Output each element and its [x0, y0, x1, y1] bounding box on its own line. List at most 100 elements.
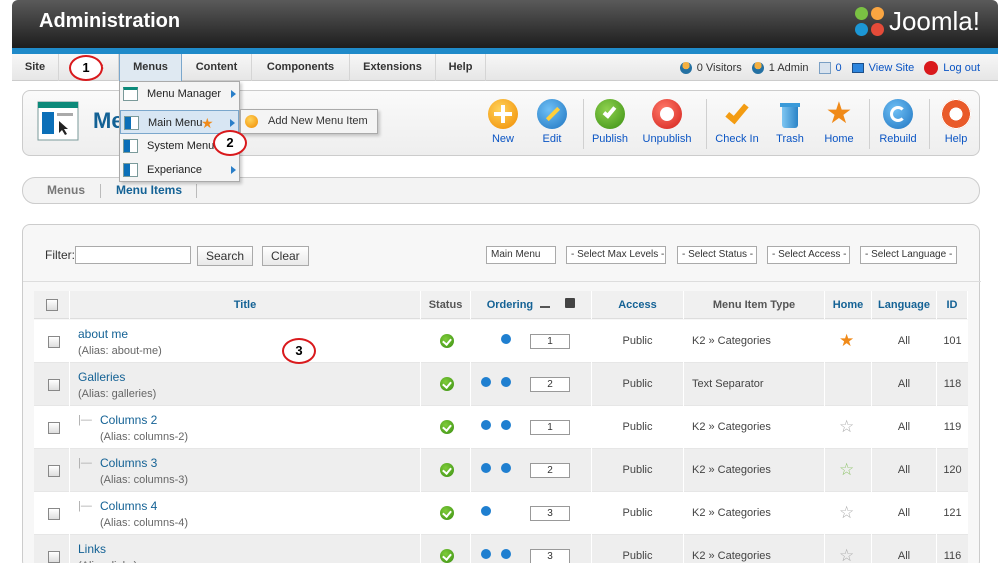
logout-link[interactable]: Log out	[924, 60, 980, 75]
order-input[interactable]: 1	[530, 420, 570, 435]
dropdown-item-main-menu[interactable]: Main Menu ★	[120, 110, 239, 134]
row-checkbox[interactable]	[48, 379, 60, 391]
set-home-star-icon[interactable]: ☆	[839, 461, 854, 478]
rebuild-button[interactable]: Rebuild	[870, 99, 926, 145]
clear-button[interactable]: Clear	[262, 246, 309, 266]
dropdown-item-menu-manager[interactable]: Menu Manager	[120, 82, 239, 106]
set-home-star-icon[interactable]: ☆	[839, 547, 854, 563]
view-site-label[interactable]: View Site	[869, 62, 915, 74]
row-checkbox[interactable]	[48, 336, 60, 348]
edit-button[interactable]: Edit	[524, 99, 580, 145]
move-up-icon[interactable]	[481, 549, 491, 559]
order-input[interactable]: 3	[530, 549, 570, 563]
sort-icon[interactable]	[540, 300, 551, 308]
header-home[interactable]: Home	[825, 291, 872, 319]
header-title[interactable]: Title	[70, 291, 421, 319]
move-up-icon[interactable]	[481, 420, 491, 430]
tab-divider	[196, 184, 197, 198]
menu-menus[interactable]: Menus	[119, 54, 182, 81]
header-id[interactable]: ID	[937, 291, 968, 319]
row-checkbox[interactable]	[48, 508, 60, 520]
view-site-link[interactable]: View Site	[851, 62, 915, 74]
table-row: about me (Alias: about-me) 1 Public K2 » Cat…	[34, 320, 968, 363]
move-up-icon[interactable]	[481, 377, 491, 387]
row-title-link[interactable]: Columns 4	[100, 499, 157, 513]
order-input[interactable]: 2	[530, 377, 570, 392]
row-id: 101	[943, 335, 962, 347]
select-all-checkbox[interactable]	[46, 299, 58, 311]
menu-content[interactable]: Content	[182, 54, 252, 81]
add-new-menu-item[interactable]: Add New Menu Item	[268, 110, 368, 133]
filter-search-input[interactable]	[75, 246, 191, 264]
row-access[interactable]: Public	[592, 492, 683, 535]
move-up-icon[interactable]	[481, 506, 491, 516]
new-button[interactable]: New	[475, 99, 531, 145]
row-menu-item-type: K2 » Categories	[692, 464, 771, 476]
help-button[interactable]: Help	[928, 99, 984, 145]
row-access[interactable]: Public	[592, 406, 683, 449]
publish-button[interactable]: Publish	[582, 99, 638, 145]
header-menu-item-type[interactable]: Menu Item Type	[684, 291, 825, 319]
check-in-button[interactable]: Check In	[709, 99, 765, 145]
row-ordering-cell: 2	[471, 449, 592, 492]
menu-site[interactable]: Site	[12, 54, 59, 81]
move-down-icon[interactable]	[501, 334, 511, 344]
published-check-icon[interactable]	[440, 420, 454, 434]
order-input[interactable]: 2	[530, 463, 570, 478]
home-button[interactable]: ★ Home	[811, 99, 867, 146]
row-checkbox-cell	[34, 363, 70, 406]
status-select[interactable]: - Select Status -	[677, 246, 757, 264]
row-title-link[interactable]: Galleries	[78, 370, 125, 384]
header-ordering-label[interactable]: Ordering	[487, 299, 533, 311]
set-home-star-icon[interactable]: ☆	[839, 418, 854, 435]
tab-menus[interactable]: Menus	[47, 183, 85, 197]
logout-label[interactable]: Log out	[943, 62, 980, 74]
published-check-icon[interactable]	[440, 463, 454, 477]
access-select[interactable]: - Select Access -	[767, 246, 850, 264]
dropdown-item-experiance[interactable]: Experiance	[120, 158, 239, 182]
header-access[interactable]: Access	[592, 291, 684, 319]
search-button[interactable]: Search	[197, 246, 254, 266]
menu-type-select[interactable]: Main Menu	[486, 246, 556, 264]
move-down-icon[interactable]	[501, 420, 511, 430]
tab-menu-items[interactable]: Menu Items	[116, 183, 182, 197]
menu-items-page-icon	[37, 101, 79, 141]
move-down-icon[interactable]	[501, 463, 511, 473]
row-title-link[interactable]: Columns 2	[100, 413, 157, 427]
messages-count[interactable]: 0	[836, 62, 842, 74]
trash-button[interactable]: Trash	[762, 99, 818, 145]
header-status[interactable]: Status	[421, 291, 471, 319]
published-check-icon[interactable]	[440, 506, 454, 520]
unpublish-button[interactable]: Unpublish	[639, 99, 695, 145]
row-access[interactable]: Public	[592, 535, 683, 563]
row-title-cell: Galleries (Alias: galleries)	[70, 363, 421, 406]
row-title-link[interactable]: Links	[78, 542, 106, 556]
default-home-star-icon[interactable]: ★	[839, 332, 854, 349]
row-access[interactable]: Public	[592, 449, 683, 492]
header-title: Administration	[39, 10, 181, 32]
move-up-icon[interactable]	[481, 463, 491, 473]
published-check-icon[interactable]	[440, 334, 454, 348]
menu-components[interactable]: Components	[252, 54, 350, 81]
row-access[interactable]: Public	[592, 363, 683, 406]
save-order-icon[interactable]	[565, 298, 576, 308]
order-input[interactable]: 1	[530, 334, 570, 349]
row-title-link[interactable]: about me	[78, 327, 128, 341]
row-checkbox[interactable]	[48, 551, 60, 563]
menu-extensions[interactable]: Extensions	[350, 54, 436, 81]
row-title-link[interactable]: Columns 3	[100, 456, 157, 470]
move-down-icon[interactable]	[501, 377, 511, 387]
messages-status[interactable]: 0	[818, 61, 842, 74]
order-input[interactable]: 3	[530, 506, 570, 521]
row-access[interactable]: Public	[592, 320, 683, 363]
header-language[interactable]: Language	[872, 291, 937, 319]
published-check-icon[interactable]	[440, 549, 454, 563]
set-home-star-icon[interactable]: ☆	[839, 504, 854, 521]
menu-help[interactable]: Help	[436, 54, 486, 81]
row-checkbox[interactable]	[48, 465, 60, 477]
published-check-icon[interactable]	[440, 377, 454, 391]
language-select[interactable]: - Select Language -	[860, 246, 957, 264]
row-checkbox[interactable]	[48, 422, 60, 434]
move-down-icon[interactable]	[501, 549, 511, 559]
max-levels-select[interactable]: - Select Max Levels -	[566, 246, 666, 264]
